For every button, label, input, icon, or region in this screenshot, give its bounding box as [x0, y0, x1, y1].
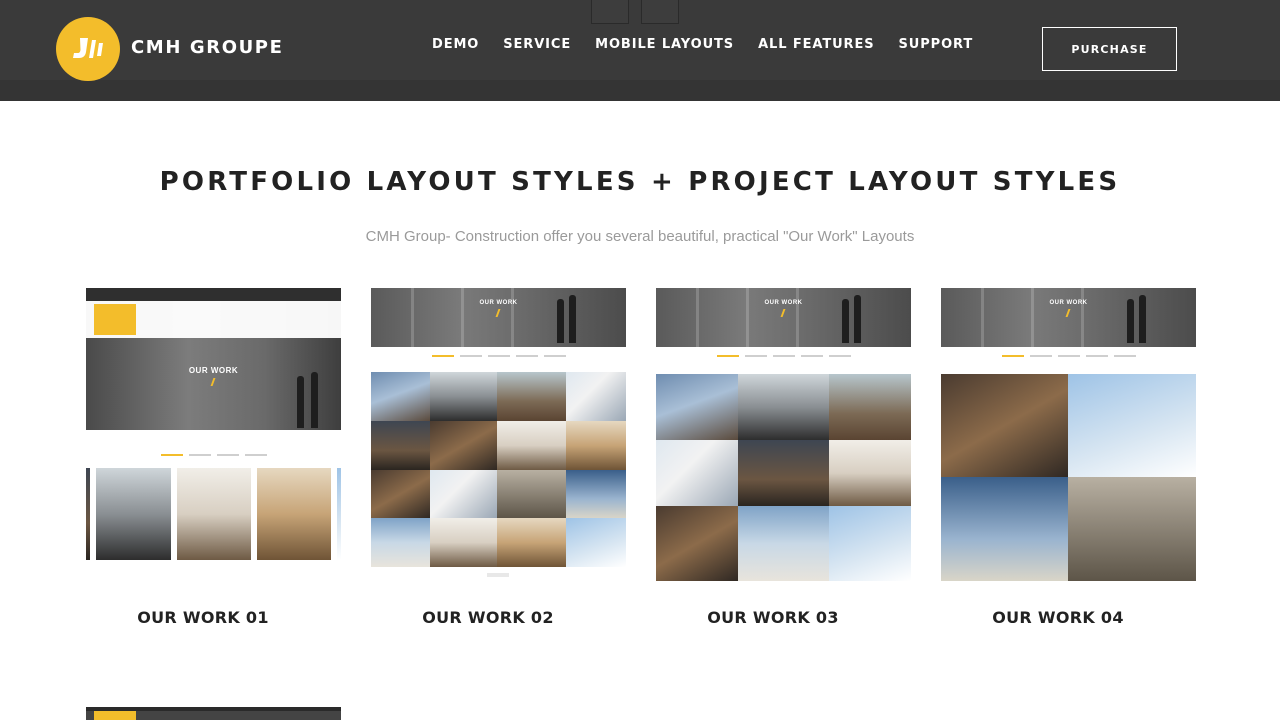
card-label[interactable]: OUR WORK 04	[941, 608, 1175, 627]
thumb-photo	[86, 468, 90, 560]
thumb-logo	[94, 304, 136, 335]
accent-bar	[1065, 309, 1071, 317]
portfolio-card-our-work-01[interactable]: OUR WORK OUR WORK 01	[86, 288, 341, 627]
thumb-load-more	[487, 573, 509, 577]
thumb-photo	[656, 374, 738, 440]
purchase-button[interactable]: PURCHASE	[1042, 27, 1177, 71]
thumb-photo	[371, 421, 430, 470]
section-title: PORTFOLIO LAYOUT STYLES + PROJECT LAYOUT…	[159, 167, 1121, 197]
thumb-photo	[177, 468, 251, 560]
thumb-photo	[497, 372, 566, 421]
site-header: CMH GROUPE DEMO SERVICE MOBILE LAYOUTS A…	[0, 0, 1280, 101]
nav-item-all-features[interactable]: ALL FEATURES	[758, 37, 874, 52]
thumb-photo	[430, 470, 497, 518]
thumb-banner-title: OUR WORK	[1049, 300, 1088, 306]
nav-item-service[interactable]: SERVICE	[503, 37, 571, 52]
slider-next-arrow-ghost	[641, 0, 679, 24]
thumbnail-our-work-04[interactable]: OUR WORK	[941, 288, 1196, 581]
thumb-photo	[430, 421, 497, 470]
card-label[interactable]: OUR WORK 03	[656, 608, 890, 627]
section-subtitle: CMH Group- Construction offer you severa…	[365, 228, 915, 245]
accent-bar	[780, 309, 786, 317]
thumb-photo	[1068, 477, 1196, 581]
thumb-banner: OUR WORK	[941, 288, 1196, 347]
brand-name[interactable]: CMH GROUPE	[131, 37, 284, 58]
thumb-photo	[257, 468, 331, 560]
thumb-photo	[829, 506, 911, 581]
thumb-banner-title: OUR WORK	[764, 300, 803, 306]
thumb-photo	[566, 421, 626, 470]
nav-item-demo[interactable]: DEMO	[432, 37, 479, 52]
thumb-photo	[497, 470, 566, 518]
thumb-photo	[829, 374, 911, 440]
thumb-photo	[371, 518, 430, 567]
thumbnail-our-work-02[interactable]: OUR WORK	[371, 288, 626, 581]
thumb-topbar	[86, 288, 341, 301]
thumb-photo	[656, 440, 738, 506]
thumb-filter-bar	[371, 352, 626, 360]
thumb-photo	[1068, 374, 1196, 477]
thumb-filter-bar	[86, 451, 341, 459]
slider-prev-arrow-ghost	[591, 0, 629, 24]
portfolio-card-our-work-03[interactable]: OUR WORK OUR WORK 03	[656, 288, 911, 627]
thumb-photo	[566, 372, 626, 421]
card-label[interactable]: OUR WORK 01	[86, 608, 320, 627]
thumb-filter-bar	[941, 352, 1196, 360]
thumb-photo	[738, 374, 829, 440]
thumb-banner: OUR WORK	[656, 288, 911, 347]
thumb-photo	[96, 468, 171, 560]
thumb-hero-title: OUR WORK	[188, 366, 239, 375]
thumb-filter-bar	[656, 352, 911, 360]
portfolio-card-our-work-04[interactable]: OUR WORK OUR WORK 04	[941, 288, 1196, 627]
thumb-photo	[566, 518, 626, 567]
header-shade	[0, 80, 1280, 101]
main-nav: DEMO SERVICE MOBILE LAYOUTS ALL FEATURES…	[432, 37, 997, 52]
card-label[interactable]: OUR WORK 02	[371, 608, 605, 627]
thumb-photo	[829, 440, 911, 506]
thumb-photo	[941, 477, 1068, 581]
brand-logo-icon[interactable]	[56, 17, 120, 81]
thumbnail-our-work-03[interactable]: OUR WORK	[656, 288, 911, 581]
thumb-photo	[738, 506, 829, 581]
portfolio-card-our-work-02[interactable]: OUR WORK OUR WORK 02	[371, 288, 626, 627]
nav-item-support[interactable]: SUPPORT	[899, 37, 974, 52]
thumb-photo	[941, 374, 1068, 477]
person-silhouette	[297, 376, 304, 428]
thumb-photo	[430, 372, 497, 421]
person-silhouette	[311, 372, 318, 428]
thumb-photo	[738, 440, 829, 506]
thumb-banner-title: OUR WORK	[479, 300, 518, 306]
thumb-logo	[94, 711, 136, 720]
thumb-photo	[371, 470, 430, 518]
thumb-photo	[371, 372, 430, 421]
thumb-photo	[337, 468, 341, 560]
accent-bar	[495, 309, 501, 317]
thumbnail-our-work-01[interactable]: OUR WORK	[86, 288, 341, 581]
thumb-photo	[656, 506, 738, 581]
thumb-photo	[566, 470, 626, 518]
nav-item-mobile-layouts[interactable]: MOBILE LAYOUTS	[595, 37, 734, 52]
thumb-photo	[430, 518, 497, 567]
portfolio-card-partial[interactable]	[86, 707, 341, 720]
thumb-photo	[497, 421, 566, 470]
thumb-banner: OUR WORK	[371, 288, 626, 347]
thumb-photo	[497, 518, 566, 567]
